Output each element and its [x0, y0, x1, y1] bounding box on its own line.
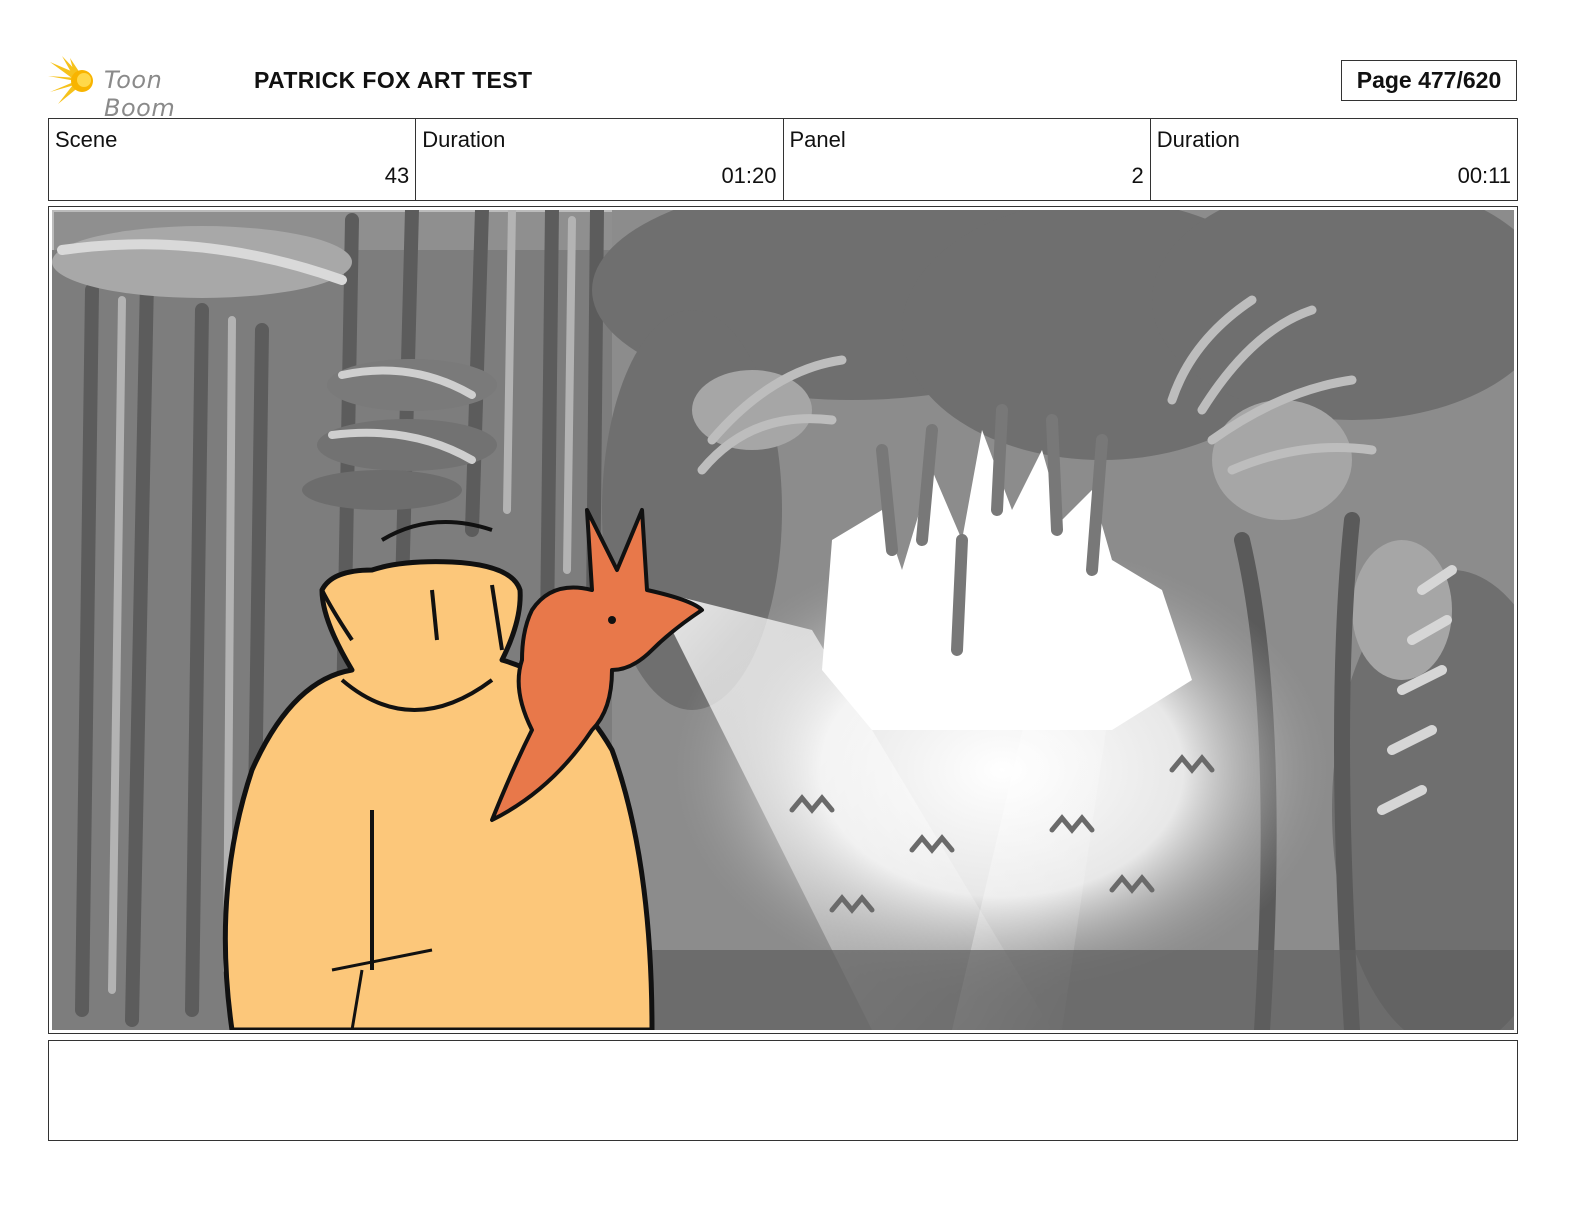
- panel-duration-cell: Duration 00:11: [1151, 119, 1517, 200]
- scene-duration-cell: Duration 01:20: [416, 119, 784, 200]
- toon-boom-logo: Toon Boom: [48, 56, 238, 122]
- storyboard-drawing: [52, 210, 1514, 1030]
- scene-label: Scene: [55, 127, 118, 152]
- scene-cell: Scene 43: [49, 119, 417, 200]
- panel-label: Panel: [789, 127, 846, 152]
- panel-cell: Panel 2: [784, 119, 1151, 200]
- panel-duration-value: 00:11: [1457, 163, 1511, 188]
- page-number: Page 477/620: [1341, 60, 1517, 101]
- scene-value: 43: [384, 163, 410, 188]
- logo-text: Toon Boom: [104, 66, 176, 122]
- document-title: PATRICK FOX ART TEST: [254, 67, 533, 93]
- panel-duration-label: Duration: [1156, 127, 1240, 152]
- panel-value: 2: [1131, 163, 1144, 188]
- panel-notes: [48, 1040, 1518, 1141]
- scene-duration-value: 01:20: [721, 163, 777, 188]
- storyboard-panel: [48, 206, 1518, 1034]
- scene-duration-label: Duration: [422, 127, 506, 152]
- starburst-logo-icon: [48, 56, 93, 104]
- scene-info-table: Scene 43 Duration 01:20 Panel 2 Duration…: [48, 118, 1518, 201]
